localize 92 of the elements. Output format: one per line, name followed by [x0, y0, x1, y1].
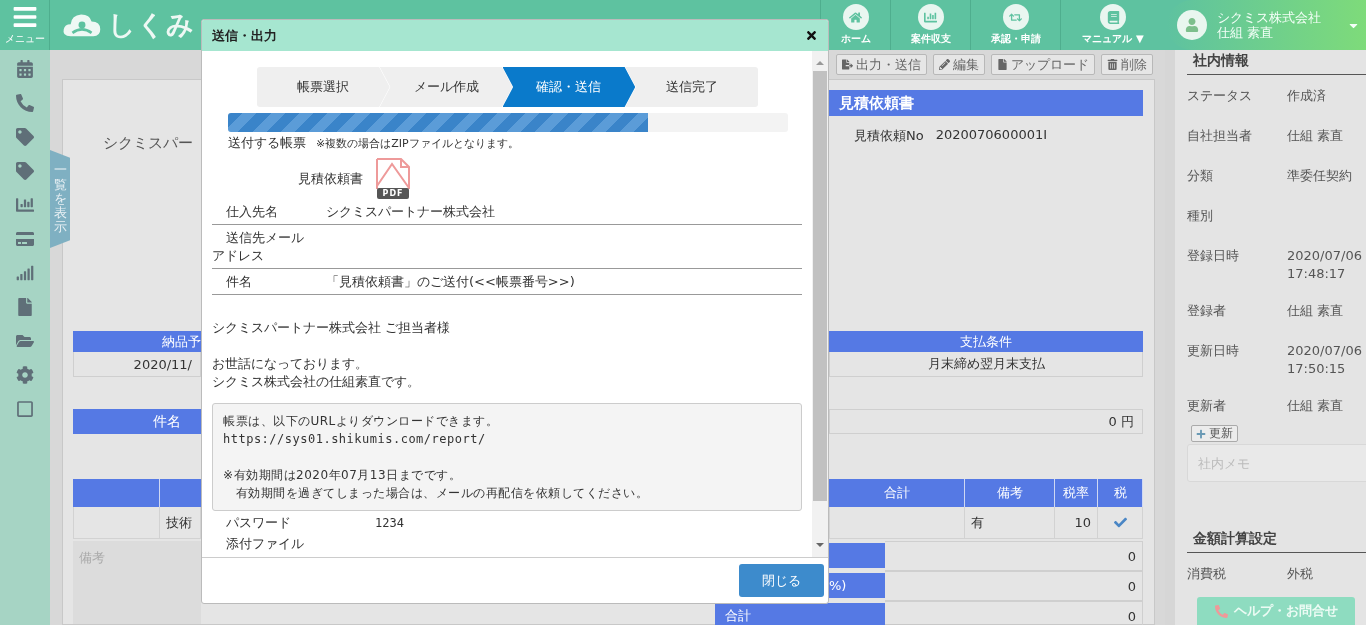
- info-value: 仕組 素直: [1287, 127, 1345, 145]
- user-avatar-icon: [1177, 10, 1207, 40]
- table-cell: 10: [1055, 507, 1098, 539]
- panel-title: 社内情報: [1187, 50, 1366, 75]
- field-label: 送信先メールアドレス: [212, 229, 305, 265]
- info-label: 消費税: [1187, 565, 1227, 583]
- info-value: 作成済: [1287, 87, 1327, 105]
- table-cell: 有: [965, 507, 1055, 539]
- info-value: 外税: [1287, 565, 1314, 583]
- logo-text: しくみ: [108, 8, 195, 42]
- column-header: 合計: [829, 479, 965, 507]
- help-button[interactable]: ヘルプ・お問合せ: [1197, 597, 1355, 625]
- toolbar-button[interactable]: 編集: [933, 54, 985, 75]
- tag-icon[interactable]: [16, 162, 34, 180]
- totals-value: 0: [885, 601, 1143, 625]
- info-label: 登録者: [1187, 302, 1227, 320]
- tag-icon[interactable]: [16, 128, 34, 146]
- info-label: 分類: [1187, 167, 1214, 185]
- column-header: 備考: [965, 479, 1055, 507]
- plus-icon: [1196, 428, 1206, 439]
- field-label: 添付ファイル: [226, 535, 304, 553]
- field-value: 「見積依頼書」のご送付(<<帳票番号>>): [325, 273, 575, 291]
- amount-value: 0 円: [829, 409, 1143, 434]
- mail-paragraph: お世話になっております。 シクミス株式会社の仕組素直です。: [212, 355, 421, 391]
- document-title: 見積依頼書: [829, 90, 1143, 116]
- table-cell: 月末締め翌月末支払: [829, 352, 1143, 377]
- field-value: シクミスパートナー株式会社: [325, 203, 495, 221]
- notice-text: ※有効期間は2020年07月13日までです。: [223, 467, 463, 484]
- bar-chart-icon[interactable]: [16, 196, 34, 214]
- info-label: 種別: [1187, 207, 1214, 225]
- home-icon: [842, 4, 869, 30]
- field-label: 件名: [225, 273, 253, 291]
- calendar-icon[interactable]: [16, 60, 34, 78]
- totals-value: 0: [885, 571, 1143, 601]
- info-label: ステータス: [1187, 87, 1253, 105]
- file-icon: [842, 59, 853, 70]
- info-label: 自社担当者: [1187, 127, 1253, 145]
- field-value: 2020070600001I: [935, 127, 1048, 144]
- url-text: https://sys01.shikumis.com/report/: [223, 431, 487, 448]
- toolbar-button[interactable]: 出力・送信: [836, 54, 927, 75]
- document-icon: [376, 158, 410, 190]
- totals-label: 合計: [715, 603, 885, 625]
- field-label: 仕入先名: [225, 203, 279, 221]
- field-label: パスワード: [226, 514, 292, 532]
- field-value: 1234: [375, 515, 404, 532]
- attach-note: ※複数の場合はZIPファイルとなります。: [316, 135, 519, 151]
- column-header: 税率: [1055, 479, 1098, 507]
- dialog-title: 送信・出力: [212, 26, 277, 45]
- table-header: 支払条件: [829, 331, 1143, 352]
- column-header: 税: [1098, 479, 1143, 507]
- phone-icon: [1214, 604, 1228, 618]
- book-icon: [1100, 4, 1126, 30]
- folder-icon[interactable]: [16, 332, 34, 350]
- table-header: 納品予: [73, 331, 201, 352]
- arrows-icon: [1002, 4, 1029, 30]
- list-toggle-tab[interactable]: 一覧を表示: [50, 150, 70, 248]
- settings-icon[interactable]: [16, 366, 34, 384]
- trash-icon: [1107, 59, 1118, 70]
- panel-title: 金額計算設定: [1187, 528, 1366, 553]
- info-value: 2020/07/06 17:48:17: [1287, 247, 1363, 283]
- file-icon: [997, 59, 1008, 70]
- info-value: 準委任契約: [1287, 167, 1353, 185]
- file-type-label: PDF: [376, 188, 410, 199]
- info-label: 更新者: [1187, 397, 1227, 415]
- info-value: 2020/07/06 17:50:15: [1287, 342, 1363, 378]
- file-name: 見積依頼書: [298, 169, 363, 188]
- attach-label: 送付する帳票: [228, 134, 306, 152]
- pencil-icon: [939, 59, 950, 70]
- notice-text: 有効期間を過ぎてしまった場合は、メールの再配信を依頼してください。: [234, 485, 649, 502]
- file-icon[interactable]: [16, 298, 34, 316]
- card-icon[interactable]: [16, 230, 34, 248]
- table-header: 件名: [73, 409, 201, 434]
- signal-icon[interactable]: [16, 264, 34, 282]
- toolbar-button[interactable]: アップロード: [991, 54, 1095, 75]
- menu-icon: [11, 4, 38, 30]
- notice-text: 帳票は、以下のURLよりダウンロードできます。: [223, 413, 500, 430]
- totals-value: 0: [885, 541, 1143, 571]
- check-icon: [1113, 516, 1127, 529]
- update-button[interactable]: 更新: [1191, 425, 1238, 442]
- mail-paragraph: シクミスパートナー株式会社 ご担当者様: [212, 319, 452, 337]
- close-button[interactable]: 閉じる: [739, 564, 824, 597]
- field-label: 見積依頼No: [854, 127, 924, 145]
- info-label: 登録日時: [1187, 247, 1240, 265]
- info-value: 仕組 素直: [1287, 397, 1345, 415]
- close-button[interactable]: [805, 29, 818, 42]
- bar-chart-icon: [917, 4, 944, 30]
- info-label: 更新日時: [1187, 342, 1240, 360]
- toolbar-button[interactable]: 削除: [1101, 54, 1153, 75]
- partner-name: シクミスパー: [103, 134, 194, 153]
- phone-icon[interactable]: [16, 94, 34, 112]
- scrollbar[interactable]: [812, 51, 828, 557]
- info-value: 仕組 素直: [1287, 302, 1345, 320]
